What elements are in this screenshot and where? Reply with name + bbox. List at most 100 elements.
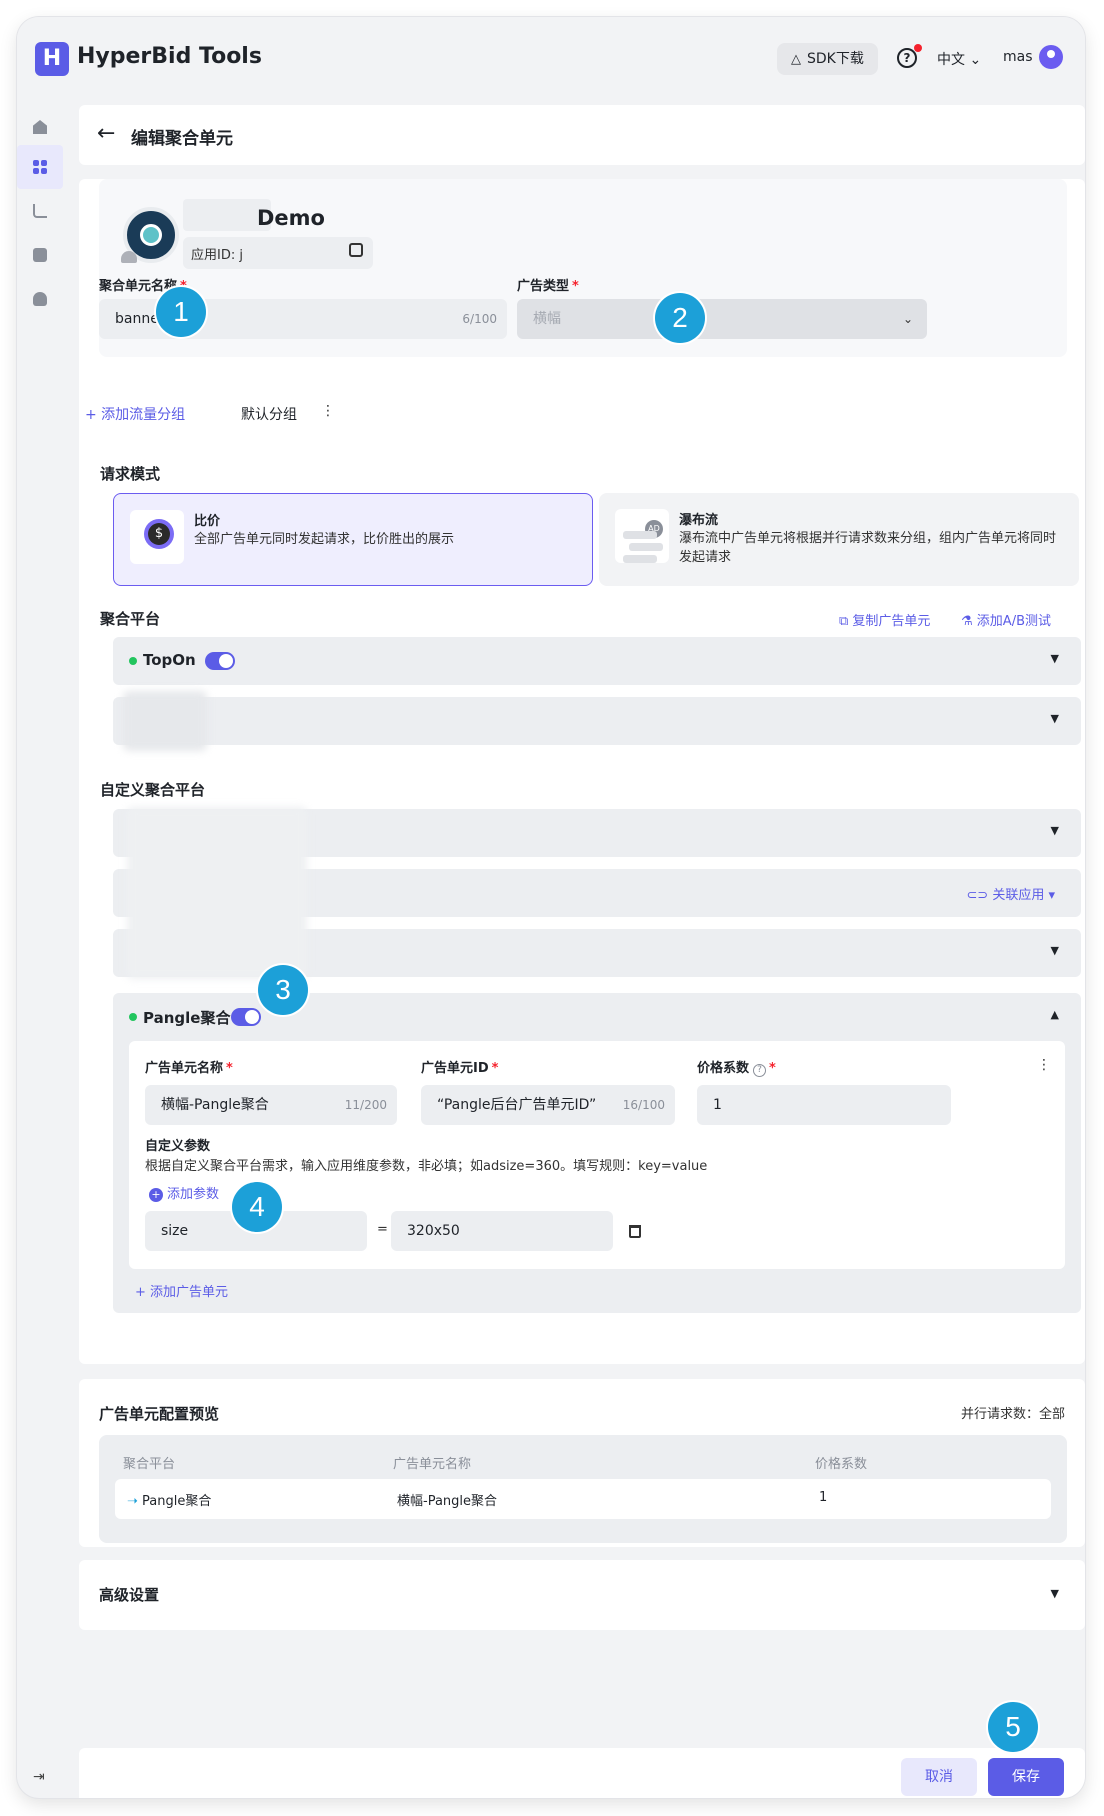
price-factor-input[interactable]: 1: [697, 1085, 951, 1125]
table-cell: 横幅-Pangle聚合: [397, 1494, 498, 1509]
copy-icon[interactable]: [349, 243, 363, 257]
topon-toggle[interactable]: [205, 652, 235, 670]
bidding-icon: [130, 510, 184, 564]
preview-table: 聚合平台 广告单元名称 价格系数 ➝ Pangle聚合 横幅-Pangle聚合 …: [99, 1435, 1067, 1543]
hyperbid-logo-icon: H: [35, 42, 69, 76]
ad-type-select[interactable]: 横幅 ⌄: [517, 299, 927, 339]
param-value-input[interactable]: 320x50: [391, 1211, 613, 1251]
redacted-block: [123, 691, 207, 751]
nav-home[interactable]: [17, 105, 63, 149]
redacted-block: [127, 807, 307, 979]
save-button[interactable]: 保存: [988, 1758, 1064, 1796]
status-dot: [129, 657, 137, 665]
back-arrow-icon[interactable]: ←: [97, 121, 115, 146]
custom-params-label: 自定义参数: [145, 1139, 211, 1154]
add-param-button[interactable]: + 添加参数: [149, 1183, 219, 1202]
tab-default-group-label: 默认分组: [241, 407, 297, 423]
app-name: HyperBid Tools: [77, 44, 262, 69]
table-cell: ➝ Pangle聚合: [127, 1494, 212, 1509]
column-header: 价格系数: [815, 1457, 868, 1472]
copy-unit-link[interactable]: ⧉ 复制广告单元: [839, 610, 930, 629]
document-icon: [33, 248, 47, 262]
mode-bidding-desc: 全部广告单元同时发起请求，比价胜出的展示: [194, 532, 455, 547]
annotation-badge-5: 5: [988, 1702, 1038, 1752]
pangle-unit-name-input[interactable]: 横幅-Pangle聚合 11/200: [145, 1085, 397, 1125]
caret-down-icon[interactable]: ▼: [1051, 1587, 1059, 1600]
sdk-download-button[interactable]: △ SDK下载: [777, 43, 878, 75]
user-name[interactable]: mas: [1003, 49, 1033, 65]
platform-row-topon[interactable]: TopOn ▼: [113, 637, 1081, 685]
page-header: ← 编辑聚合单元: [79, 105, 1085, 165]
advanced-title: 高级设置: [99, 1586, 160, 1604]
add-ad-unit-button[interactable]: + 添加广告单元: [135, 1281, 228, 1300]
parallel-requests: 并行请求数：全部: [960, 1407, 1065, 1422]
person-icon: [33, 292, 47, 306]
flask-icon: ⚗: [961, 614, 977, 629]
mode-waterfall-name: 瀑布流: [679, 513, 719, 528]
waterfall-icon: [615, 509, 669, 563]
android-icon: [121, 251, 137, 263]
table-cell: 1: [819, 1490, 828, 1505]
copy-icon: ⧉: [839, 614, 853, 629]
app-id-text: 应用ID: j: [191, 248, 243, 263]
language-selector[interactable]: 中文 ⌄: [937, 49, 981, 69]
ad-type-label: 广告类型 *: [517, 279, 579, 294]
app-info-box: Demo 应用ID: j 聚合单元名称* banner6/100 广告类型* 横…: [99, 179, 1067, 357]
nav-flow[interactable]: [17, 189, 63, 233]
mode-waterfall-card[interactable]: 瀑布流 瀑布流中广告单元将根据并行请求数来分组，组内广告单元将同时发起请求: [599, 493, 1079, 586]
branch-icon: [33, 204, 47, 218]
caret-down-icon[interactable]: ▼: [1051, 944, 1059, 957]
notification-dot: [914, 44, 922, 52]
pangle-unit-id-label: 广告单元ID *: [421, 1061, 499, 1076]
pangle-unit-card: 广告单元名称 * 横幅-Pangle聚合 11/200 广告单元ID * “Pangl…: [129, 1041, 1065, 1269]
nav-account[interactable]: [17, 277, 63, 321]
table-row: ➝ Pangle聚合 横幅-Pangle聚合 1: [115, 1479, 1051, 1519]
warning-triangle-icon: △: [791, 52, 801, 67]
caret-up-icon[interactable]: ▲: [1051, 1008, 1059, 1021]
request-mode-title: 请求模式: [100, 465, 161, 483]
mode-bidding-name: 比价: [194, 514, 221, 529]
caret-down-icon[interactable]: ▼: [1051, 712, 1059, 725]
custom-params-hint: 根据自定义聚合平台需求，输入应用维度参数，非必填；如adsize=360。填写规…: [145, 1159, 708, 1174]
collapse-sidebar-icon[interactable]: ⇥: [33, 1769, 45, 1785]
pangle-icon: ➝: [127, 1494, 143, 1509]
advanced-settings-card[interactable]: 高级设置 ▼: [79, 1560, 1085, 1630]
sdk-download-label: SDK下载: [807, 51, 864, 67]
pangle-unit-id-input[interactable]: “Pangle后台广告单元ID” 16/100: [421, 1085, 675, 1125]
status-dot: [129, 1013, 137, 1021]
mode-bidding-card[interactable]: 比价 全部广告单元同时发起请求，比价胜出的展示: [113, 493, 593, 586]
pangle-platform-panel: Pangle聚合 ▲ 广告单元名称 * 横幅-Pangle聚合 11/200 广告单…: [113, 993, 1081, 1313]
caret-down-icon[interactable]: ▼: [1051, 652, 1059, 665]
app-window: H HyperBid Tools △ SDK下载 ? 中文 ⌄ mas ⇥ ← 编…: [17, 17, 1085, 1798]
platforms-title: 聚合平台: [100, 610, 161, 628]
pangle-toggle[interactable]: [231, 1008, 261, 1026]
platform-name-topon: TopOn: [143, 651, 196, 669]
nav-apps[interactable]: [17, 145, 63, 189]
nav-reports[interactable]: [17, 233, 63, 277]
cancel-button[interactable]: 取消: [901, 1758, 977, 1796]
column-header: 聚合平台: [123, 1457, 176, 1472]
plus-circle-icon: +: [149, 1188, 163, 1202]
price-factor-label: 价格系数? *: [697, 1061, 776, 1077]
annotation-badge-2: 2: [655, 293, 705, 343]
trash-icon[interactable]: [629, 1225, 641, 1238]
page-title: 编辑聚合单元: [131, 129, 233, 149]
more-options-icon[interactable]: ⋮: [321, 403, 335, 419]
link-app-button[interactable]: ⊂⊃ 关联应用 ▾: [966, 884, 1055, 903]
tab-default-group[interactable]: 默认分组 ⋮: [225, 393, 355, 433]
traffic-group-tabs: + 添加流量分组 默认分组 ⋮: [79, 393, 1085, 433]
platform-row-redacted[interactable]: ▼: [113, 691, 1081, 751]
add-ab-test-link[interactable]: ⚗ 添加A/B测试: [961, 610, 1051, 629]
caret-down-icon[interactable]: ▼: [1051, 824, 1059, 837]
config-preview-card: 广告单元配置预览 并行请求数：全部 聚合平台 广告单元名称 价格系数 ➝ Pan…: [79, 1379, 1085, 1547]
help-icon[interactable]: ?: [897, 48, 917, 68]
info-icon[interactable]: ?: [753, 1064, 767, 1077]
link-icon: ⊂⊃: [966, 888, 993, 903]
add-traffic-group-button[interactable]: + 添加流量分组: [85, 404, 185, 424]
home-icon: [33, 120, 47, 134]
user-avatar-icon[interactable]: [1039, 45, 1063, 69]
preview-title: 广告单元配置预览: [99, 1405, 220, 1423]
platform-name-pangle: Pangle聚合: [143, 1009, 231, 1027]
more-options-icon[interactable]: ⋮: [1037, 1057, 1051, 1073]
mode-waterfall-desc: 瀑布流中广告单元将根据并行请求数来分组，组内广告单元将同时发起请求: [679, 531, 1057, 565]
